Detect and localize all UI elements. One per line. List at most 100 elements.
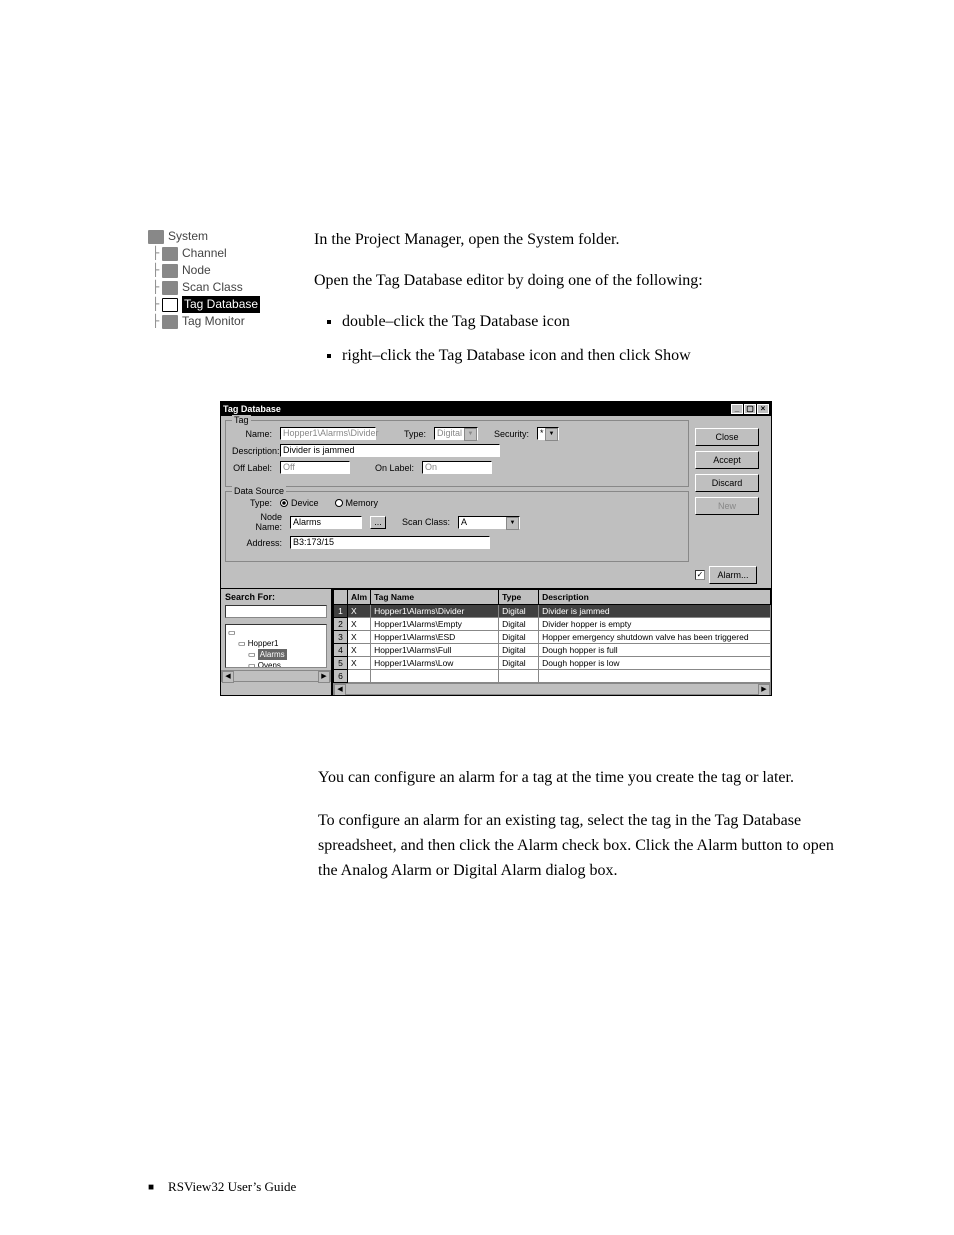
cell-desc[interactable] bbox=[539, 670, 771, 683]
cell-type[interactable]: Digital bbox=[499, 618, 539, 631]
cell-alm[interactable]: X bbox=[348, 618, 371, 631]
cell-desc[interactable]: Hopper emergency shutdown valve has been… bbox=[539, 631, 771, 644]
cell-tagname[interactable]: Hopper1\Alarms\Empty bbox=[371, 618, 499, 631]
nodename-input[interactable]: Alarms bbox=[290, 516, 362, 529]
security-select[interactable]: * bbox=[537, 427, 559, 440]
radio-device[interactable]: Device bbox=[280, 498, 319, 508]
cell-desc[interactable]: Divider is jammed bbox=[539, 605, 771, 618]
row-num: 3 bbox=[334, 631, 348, 644]
radio-empty-icon bbox=[335, 499, 343, 507]
intro-p1: In the Project Manager, open the System … bbox=[314, 228, 703, 253]
minimize-button[interactable]: _ bbox=[731, 404, 743, 414]
table-row[interactable]: 6 bbox=[334, 670, 771, 683]
cell-type[interactable]: Digital bbox=[499, 657, 539, 670]
tree-item-scan-class[interactable]: Scan Class bbox=[148, 279, 278, 296]
tags-spreadsheet[interactable]: Alm Tag Name Type Description 1 X Hopper… bbox=[333, 589, 771, 683]
row-num: 2 bbox=[334, 618, 348, 631]
tree-item-tag-database[interactable]: Tag Database bbox=[148, 296, 278, 313]
folder-open-icon bbox=[148, 230, 164, 244]
type-select[interactable]: Digital bbox=[434, 427, 478, 440]
node-icon bbox=[162, 264, 178, 278]
name-input[interactable]: Hopper1\Alarms\Divider bbox=[280, 427, 376, 440]
tree-item-node[interactable]: Node bbox=[148, 262, 278, 279]
row-num: 5 bbox=[334, 657, 348, 670]
folder-alarms[interactable]: Alarms bbox=[258, 649, 287, 660]
dialog-title: Tag Database bbox=[223, 404, 281, 414]
intro-bullet2: right–click the Tag Database icon and th… bbox=[342, 344, 703, 369]
table-row[interactable]: 2 X Hopper1\Alarms\Empty Digital Divider… bbox=[334, 618, 771, 631]
lower-p1: You can configure an alarm for a tag at … bbox=[318, 766, 854, 791]
alarm-checkbox[interactable]: ✓ bbox=[695, 570, 705, 580]
search-input[interactable] bbox=[225, 605, 327, 618]
scanclass-select[interactable]: A bbox=[458, 516, 520, 529]
cell-alm[interactable] bbox=[348, 670, 371, 683]
cell-alm[interactable]: X bbox=[348, 657, 371, 670]
tree-label: Tag Monitor bbox=[182, 313, 245, 330]
cell-tagname[interactable]: Hopper1\Alarms\ESD bbox=[371, 631, 499, 644]
radio-memory[interactable]: Memory bbox=[335, 498, 379, 508]
accept-button[interactable]: Accept bbox=[695, 451, 759, 469]
tag-database-dialog: Tag Database _ ▢ × Tag Name: Hopper1\Ala… bbox=[220, 401, 772, 696]
maximize-button[interactable]: ▢ bbox=[744, 404, 756, 414]
radio-dot-icon bbox=[280, 499, 288, 507]
table-row[interactable]: 4 X Hopper1\Alarms\Full Digital Dough ho… bbox=[334, 644, 771, 657]
dialog-title-bar: Tag Database _ ▢ × bbox=[221, 402, 771, 416]
intro-p2: Open the Tag Database editor by doing on… bbox=[314, 269, 703, 294]
radio-memory-label: Memory bbox=[346, 498, 379, 508]
col-tagname[interactable]: Tag Name bbox=[371, 590, 499, 605]
lower-p2: To configure an alarm for an existing ta… bbox=[318, 809, 854, 883]
folder-tree[interactable]: ▭ ▭ Hopper1 ▭ Alarms ▭ Ovens bbox=[225, 624, 327, 668]
alarm-button[interactable]: Alarm... bbox=[709, 566, 757, 584]
col-desc[interactable]: Description bbox=[539, 590, 771, 605]
discard-button[interactable]: Discard bbox=[695, 474, 759, 492]
tag-group: Tag Name: Hopper1\Alarms\Divider Type: D… bbox=[225, 420, 689, 487]
close-button[interactable]: Close bbox=[695, 428, 759, 446]
row-num: 4 bbox=[334, 644, 348, 657]
cell-type[interactable] bbox=[499, 670, 539, 683]
cell-alm[interactable]: X bbox=[348, 631, 371, 644]
tag-database-icon bbox=[162, 298, 178, 312]
new-button[interactable]: New bbox=[695, 497, 759, 515]
table-row[interactable]: 5 X Hopper1\Alarms\Low Digital Dough hop… bbox=[334, 657, 771, 670]
address-input[interactable]: B3:173/15 bbox=[290, 536, 490, 549]
table-row[interactable]: 3 X Hopper1\Alarms\ESD Digital Hopper em… bbox=[334, 631, 771, 644]
tree-label: Tag Database bbox=[182, 296, 260, 313]
cell-tagname[interactable]: Hopper1\Alarms\Divider bbox=[371, 605, 499, 618]
close-window-button[interactable]: × bbox=[757, 404, 769, 414]
cell-desc[interactable]: Dough hopper is full bbox=[539, 644, 771, 657]
col-alm[interactable]: Alm bbox=[348, 590, 371, 605]
offlabel-input[interactable]: Off bbox=[280, 461, 350, 474]
tree-item-channel[interactable]: Channel bbox=[148, 245, 278, 262]
cell-type[interactable]: Digital bbox=[499, 605, 539, 618]
ds-legend: Data Source bbox=[232, 486, 286, 496]
cell-tagname[interactable]: Hopper1\Alarms\Full bbox=[371, 644, 499, 657]
grid-scrollbar[interactable] bbox=[333, 683, 771, 695]
cell-desc[interactable]: Dough hopper is low bbox=[539, 657, 771, 670]
tree-label: Node bbox=[182, 262, 211, 279]
tree-item-tag-monitor[interactable]: Tag Monitor bbox=[148, 313, 278, 330]
cell-desc[interactable]: Divider hopper is empty bbox=[539, 618, 771, 631]
tree-root[interactable]: System bbox=[148, 228, 278, 245]
type-label: Type: bbox=[404, 429, 426, 439]
cell-type[interactable]: Digital bbox=[499, 644, 539, 657]
folder-hopper[interactable]: Hopper1 bbox=[248, 639, 279, 648]
onlabel-input[interactable]: On bbox=[422, 461, 492, 474]
cell-type[interactable]: Digital bbox=[499, 631, 539, 644]
cell-alm[interactable]: X bbox=[348, 605, 371, 618]
footer-square-icon: ■ bbox=[148, 1182, 154, 1193]
cell-alm[interactable]: X bbox=[348, 644, 371, 657]
onlabel-label: On Label: bbox=[358, 463, 414, 473]
row-num: 1 bbox=[334, 605, 348, 618]
tree-scrollbar[interactable] bbox=[221, 670, 331, 682]
desc-input[interactable]: Divider is jammed bbox=[280, 444, 500, 457]
table-row[interactable]: 1 X Hopper1\Alarms\Divider Digital Divid… bbox=[334, 605, 771, 618]
cell-tagname[interactable]: Hopper1\Alarms\Low bbox=[371, 657, 499, 670]
cell-tagname[interactable] bbox=[371, 670, 499, 683]
folder-ovens[interactable]: Ovens bbox=[258, 661, 281, 668]
project-tree[interactable]: System Channel Node Scan Class Tag Datab… bbox=[148, 228, 278, 381]
col-type[interactable]: Type bbox=[499, 590, 539, 605]
page-footer: ■ RSView32 User’s Guide bbox=[148, 1179, 296, 1195]
nodename-browse-button[interactable]: ... bbox=[370, 516, 386, 529]
name-label: Name: bbox=[232, 429, 272, 439]
security-label: Security: bbox=[494, 429, 529, 439]
